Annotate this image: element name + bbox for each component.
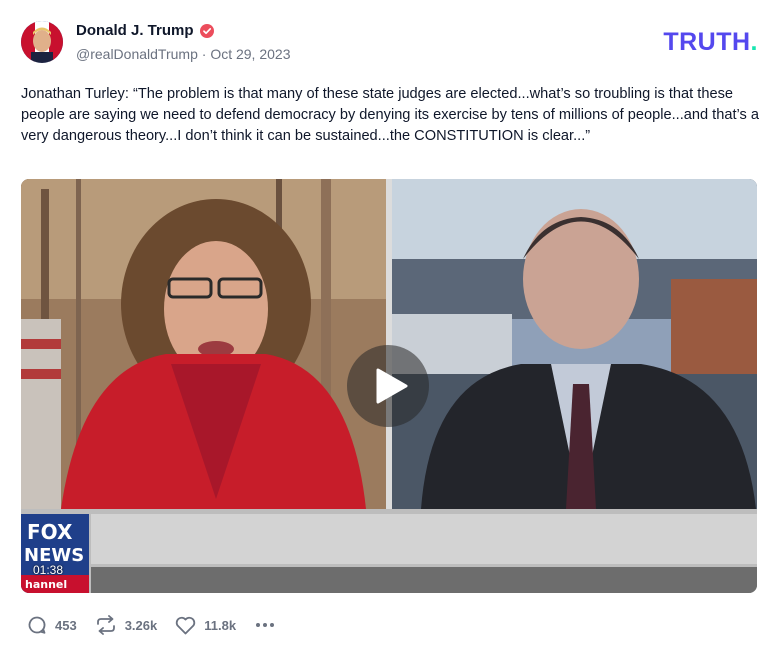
logo-text: TRUTH — [663, 28, 751, 56]
retruth-icon — [96, 615, 115, 635]
more-icon[interactable] — [254, 615, 276, 635]
play-icon — [376, 368, 408, 404]
video-duration: 01:38 — [33, 563, 64, 577]
retruth-count: 3.26k — [124, 617, 158, 633]
post-date[interactable]: Oct 29, 2023 — [210, 46, 290, 62]
reply-icon — [28, 616, 46, 634]
author-name[interactable]: Donald J. Trump — [76, 22, 194, 39]
reply-button[interactable]: 453 — [27, 615, 77, 635]
truth-logo[interactable]: TRUTH. — [663, 28, 758, 57]
verified-badge-icon — [199, 23, 214, 38]
video-player[interactable]: FOX NEWS hannel 01:38 — [21, 179, 757, 593]
heart-icon — [176, 616, 196, 634]
author-handle[interactable]: @realDonaldTrump — [76, 46, 198, 62]
post-meta: @realDonaldTrump · Oct 29, 2023 — [76, 46, 290, 62]
network-logo-line-1: FOX — [27, 520, 73, 544]
reply-count: 453 — [55, 617, 77, 633]
network-logo-line-3: hannel — [25, 578, 67, 591]
post-text: Jonathan Turley: “The problem is that ma… — [21, 86, 759, 144]
logo-dot: . — [750, 28, 758, 56]
like-button[interactable]: 11.8k — [175, 616, 236, 635]
play-button[interactable] — [347, 345, 429, 427]
like-count: 11.8k — [204, 617, 237, 633]
post-actions: 453 3.26k 11.8k — [27, 615, 276, 635]
meta-separator: · — [201, 46, 207, 62]
retruth-button[interactable]: 3.26k — [95, 615, 158, 635]
author-avatar[interactable] — [21, 21, 63, 63]
